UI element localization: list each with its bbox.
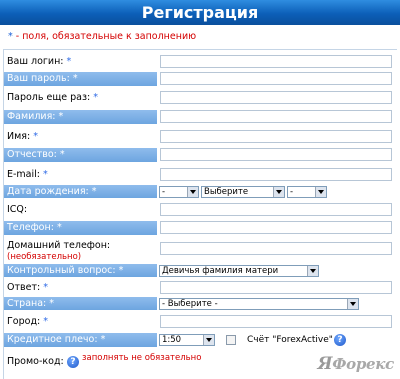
city-input[interactable] bbox=[160, 315, 392, 328]
chevron-down-icon bbox=[203, 335, 214, 345]
row-login: Ваш логин: * bbox=[4, 54, 397, 69]
password-label: Ваш пароль: * bbox=[4, 72, 157, 86]
password-input[interactable] bbox=[160, 72, 392, 85]
row-phone: Телефон: * bbox=[4, 221, 397, 235]
security-question-select[interactable]: Девичья фамилия матери bbox=[159, 265, 319, 277]
row-password2: Пароль еще раз: * bbox=[4, 90, 397, 105]
middlename-input[interactable] bbox=[160, 148, 392, 161]
forexactive-label: Счёт "ForexActive" bbox=[247, 335, 333, 345]
firstname-label: Имя: * bbox=[7, 131, 38, 142]
middlename-label: Отчество: * bbox=[4, 148, 157, 162]
answer-label: Ответ: * bbox=[7, 282, 48, 293]
row-lastname: Фамилия: * bbox=[4, 110, 397, 124]
chevron-down-icon bbox=[273, 187, 284, 197]
phone-label: Телефон: * bbox=[4, 221, 157, 235]
row-answer: Ответ: * bbox=[4, 280, 397, 295]
country-select[interactable]: - Выберите - bbox=[159, 298, 359, 310]
row-firstname: Имя: * bbox=[4, 129, 397, 144]
icq-label: ICQ: bbox=[7, 204, 28, 215]
registration-form: Ваш логин: * Ваш пароль: * Пароль еще ра… bbox=[3, 49, 397, 379]
city-label: Город: * bbox=[7, 316, 48, 327]
forexactive-checkbox[interactable] bbox=[226, 335, 236, 345]
email-label: E-mail: * bbox=[7, 169, 48, 180]
page-title: Регистрация bbox=[0, 0, 400, 25]
answer-input[interactable] bbox=[160, 281, 392, 294]
password2-input[interactable] bbox=[160, 91, 392, 104]
firstname-input[interactable] bbox=[160, 130, 392, 143]
row-email: E-mail: * bbox=[4, 167, 397, 182]
row-homephone: Домашний телефон: (необязательно) bbox=[4, 238, 397, 263]
homephone-input[interactable] bbox=[160, 242, 392, 255]
login-label: Ваш логин: * bbox=[7, 56, 72, 67]
icq-input[interactable] bbox=[160, 203, 392, 216]
row-birthdate: Дата рождения: * - Выберите - bbox=[4, 185, 397, 198]
chevron-down-icon bbox=[307, 266, 318, 276]
question-label: Контрольный вопрос: * bbox=[4, 264, 157, 277]
row-middlename: Отчество: * bbox=[4, 148, 397, 162]
login-input[interactable] bbox=[160, 55, 392, 68]
leverage-label: Кредитное плечо: * bbox=[4, 333, 157, 347]
chevron-down-icon bbox=[315, 187, 326, 197]
birthdate-label: Дата рождения: * bbox=[4, 185, 157, 198]
password2-label: Пароль еще раз: * bbox=[7, 92, 99, 103]
optional-note: (необязательно) bbox=[7, 252, 82, 262]
birth-month-select[interactable]: Выберите bbox=[201, 186, 285, 198]
required-note-text: - поля, обязательные к заполнению bbox=[12, 31, 197, 42]
birth-year-select[interactable]: - bbox=[287, 186, 327, 198]
birth-day-select[interactable]: - bbox=[159, 186, 199, 198]
row-leverage: Кредитное плечо: * 1:50 Счёт "ForexActiv… bbox=[4, 333, 397, 347]
row-country: Страна: * - Выберите - bbox=[4, 297, 397, 310]
help-icon[interactable]: ? bbox=[334, 334, 346, 346]
country-label: Страна: * bbox=[4, 297, 157, 310]
row-question: Контрольный вопрос: * Девичья фамилия ма… bbox=[4, 264, 397, 277]
leverage-select[interactable]: 1:50 bbox=[159, 334, 215, 346]
phone-input[interactable] bbox=[160, 221, 392, 234]
row-city: Город: * bbox=[4, 313, 397, 330]
chevron-down-icon bbox=[187, 187, 198, 197]
required-note: * - поля, обязательные к заполнению bbox=[8, 31, 196, 42]
homephone-label: Домашний телефон: (необязательно) bbox=[4, 238, 157, 263]
yaforex-logo: ЯФорекс bbox=[317, 354, 395, 374]
chevron-down-icon bbox=[347, 299, 358, 309]
row-icq: ICQ: bbox=[4, 202, 397, 217]
lastname-input[interactable] bbox=[160, 110, 392, 123]
lastname-label: Фамилия: * bbox=[4, 110, 157, 124]
promo-note: заполнять не обязательно bbox=[82, 353, 202, 363]
email-input[interactable] bbox=[160, 168, 392, 181]
help-icon[interactable]: ? bbox=[67, 356, 79, 368]
row-password: Ваш пароль: * bbox=[4, 72, 397, 86]
